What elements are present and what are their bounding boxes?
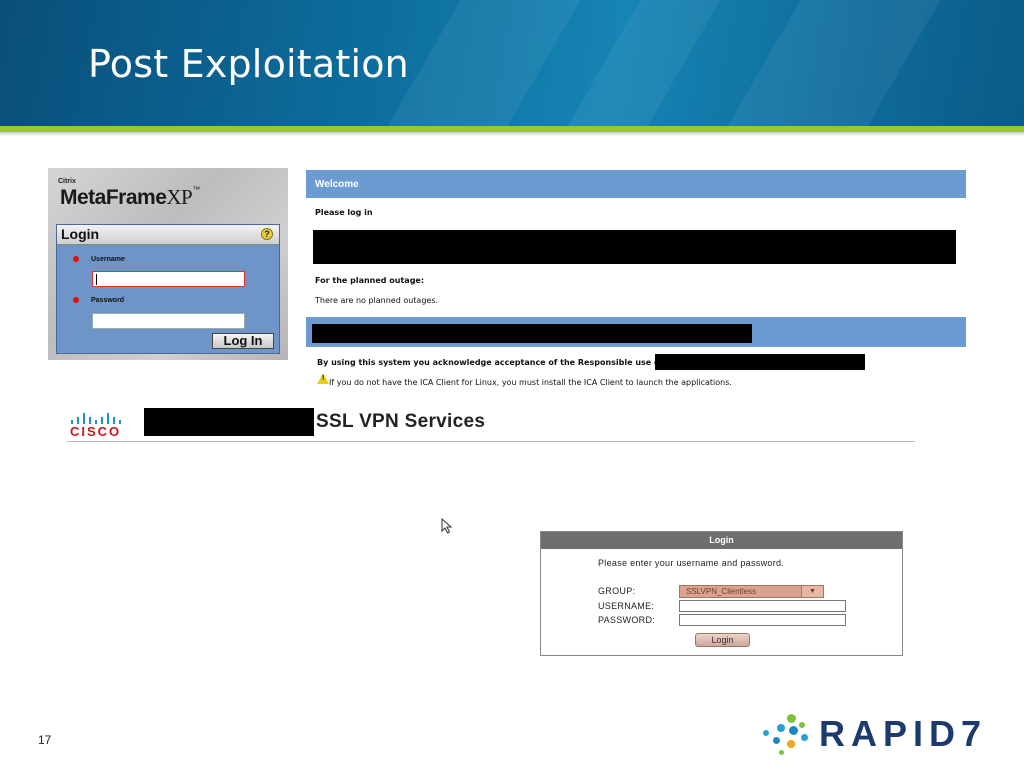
slide-title: Post Exploitation <box>88 42 409 86</box>
ica-notice-text: If you do not have the ICA Client for Li… <box>329 378 732 387</box>
cisco-wordmark: CISCO <box>70 424 122 439</box>
rapid7-logo: RAPID7 <box>759 712 1009 758</box>
redacted-block <box>312 324 752 343</box>
cisco-login-button[interactable]: Login <box>695 633 750 647</box>
text-cursor <box>96 274 97 285</box>
metaframe-logo: MetaFrameXP™ <box>60 185 200 210</box>
dropdown-arrow-icon[interactable]: ▼ <box>801 586 823 597</box>
citrix-login-header: Login ? <box>57 225 279 245</box>
acceptance-text: By using this system you acknowledge acc… <box>317 358 663 367</box>
username-label: USERNAME: <box>598 601 655 611</box>
outage-heading: For the planned outage: <box>315 276 425 285</box>
citrix-brand-small: Citrix <box>58 178 76 185</box>
cisco-divider <box>67 441 915 442</box>
metaframe-xp: XP <box>166 185 193 209</box>
cisco-bars-icon <box>67 410 139 424</box>
login-prompt: Please enter your username and password. <box>598 558 785 568</box>
trademark-mark: ™ <box>192 185 200 194</box>
citrix-login-button[interactable]: Log In <box>212 333 274 349</box>
citrix-login-box: Login ? Username Password Log In <box>56 224 280 354</box>
required-dot-icon <box>73 297 79 303</box>
outage-text: There are no planned outages. <box>315 296 439 305</box>
header-band: Post Exploitation <box>0 0 1024 126</box>
metaframe-wordmark: MetaFrame <box>60 186 167 209</box>
required-dot-icon <box>73 256 79 262</box>
welcome-header-bar: Welcome <box>306 170 966 198</box>
slide: Post Exploitation Citrix MetaFrameXP™ Lo… <box>0 0 1024 768</box>
cisco-logo: CISCO <box>67 410 139 440</box>
cisco-login-header: Login <box>541 532 902 549</box>
mouse-pointer-icon <box>441 518 453 534</box>
redacted-block <box>313 230 956 264</box>
warning-mark: ! <box>322 375 325 382</box>
cisco-username-input[interactable] <box>679 600 846 612</box>
citrix-username-label: Username <box>91 256 125 263</box>
citrix-username-input[interactable] <box>92 271 245 287</box>
group-label: GROUP: <box>598 586 636 596</box>
redacted-block <box>655 354 865 370</box>
citrix-login-heading: Login <box>61 226 100 242</box>
help-icon[interactable]: ? <box>261 228 273 240</box>
redacted-block <box>144 408 314 436</box>
group-select[interactable]: SSLVPN_Clientless ▼ <box>679 585 824 598</box>
header-divider <box>0 132 1024 136</box>
rapid7-wordmark: RAPID7 <box>819 713 988 754</box>
citrix-login-panel: Citrix MetaFrameXP™ Login ? Username Pas… <box>48 168 288 360</box>
citrix-password-label: Password <box>91 297 125 304</box>
welcome-heading: Welcome <box>315 179 359 190</box>
citrix-password-input[interactable] <box>92 313 245 329</box>
password-label: PASSWORD: <box>598 615 656 625</box>
group-selected-value: SSLVPN_Clientless <box>686 587 757 596</box>
cisco-password-input[interactable] <box>679 614 846 626</box>
please-log-in-text: Please log in <box>315 208 373 217</box>
ssl-vpn-title: SSL VPN Services <box>316 411 486 432</box>
cisco-login-panel: Login Please enter your username and pas… <box>540 531 903 656</box>
welcome-panel: Welcome Please log in For the planned ou… <box>306 170 966 392</box>
page-number: 17 <box>38 733 52 747</box>
